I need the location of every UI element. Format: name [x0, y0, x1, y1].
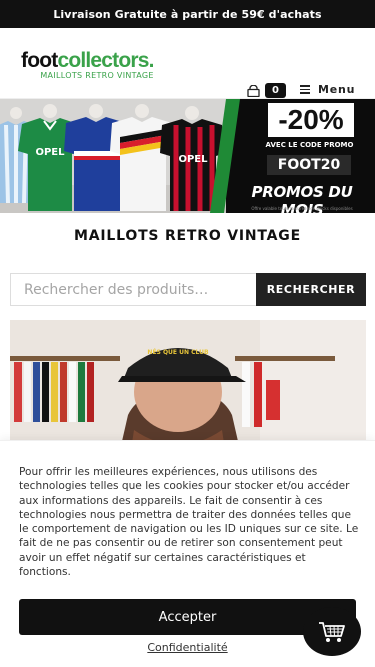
cart-count-badge: 0: [265, 83, 286, 98]
consent-text: Pour offrir les meilleures expériences, …: [19, 466, 359, 579]
search-input[interactable]: [10, 273, 256, 306]
jersey-sponsor-text-2: OPEL: [178, 154, 208, 165]
announcement-text: Livraison Gratuite à partir de 59€ d'ach…: [53, 7, 322, 21]
shopping-bag-icon: [247, 84, 260, 97]
logo-wordmark-part-2: collectors.: [57, 49, 154, 72]
site-header: footcollectors. MAILLOTS RETRO VINTAGE 0…: [0, 28, 375, 99]
cap-text: NÉS QUE UN CLUB: [147, 348, 209, 356]
jerseys-image: OPEL OPEL: [0, 99, 226, 213]
promo-small-print: Offre valable toute la durée des stocks …: [251, 206, 353, 211]
promo-banner[interactable]: OPEL OPEL -20% AVEC LE CODE PROMO FOOT20…: [0, 99, 375, 213]
search-form: RECHERCHER: [10, 273, 366, 306]
menu-label: Menu: [318, 83, 356, 96]
cart-button[interactable]: 0: [247, 83, 286, 98]
search-button[interactable]: RECHERCHER: [256, 273, 366, 306]
promo-discount: -20%: [268, 103, 354, 137]
menu-button[interactable]: Menu: [300, 83, 355, 96]
logo-wordmark: footcollectors.: [21, 49, 155, 72]
person-photo-image: NÉS QUE UN CLUB: [10, 320, 366, 450]
site-logo[interactable]: footcollectors. MAILLOTS RETRO VINTAGE: [21, 49, 155, 80]
promo-code-label: AVEC LE CODE PROMO: [265, 141, 354, 149]
page-title: MAILLOTS RETRO VINTAGE: [74, 228, 301, 244]
logo-wordmark-part-1: foot: [21, 49, 58, 72]
hero-photo: NÉS QUE UN CLUB: [10, 320, 366, 450]
floating-cart-button[interactable]: [303, 607, 361, 656]
logo-tagline: MAILLOTS RETRO VINTAGE: [40, 71, 154, 80]
jersey-sponsor-text: OPEL: [35, 147, 65, 158]
hamburger-icon: [300, 85, 310, 94]
promo-code: FOOT20: [267, 155, 351, 175]
announcement-bar: Livraison Gratuite à partir de 59€ d'ach…: [0, 0, 375, 28]
shopping-cart-icon: [319, 621, 345, 642]
